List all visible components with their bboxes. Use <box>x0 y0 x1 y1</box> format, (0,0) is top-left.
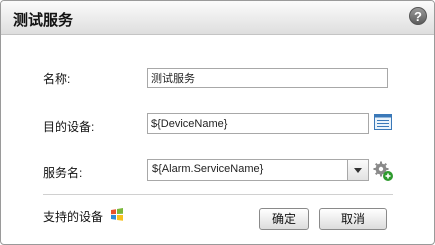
test-service-dialog: 测试服务 ? 名称: 目的设备: 服务名: ${Alarm.ServiceNam… <box>0 0 435 245</box>
gear-add-icon[interactable] <box>372 160 394 182</box>
supported-devices-label: 支持的设备 <box>43 210 104 224</box>
chevron-down-icon <box>354 168 362 173</box>
dropdown-arrow-button[interactable] <box>347 160 368 180</box>
dialog-title: 测试服务 <box>13 12 74 29</box>
footer-divider <box>43 194 393 195</box>
service-name-select[interactable]: ${Alarm.ServiceName} <box>147 159 369 181</box>
name-label: 名称: <box>43 72 71 86</box>
target-device-label: 目的设备: <box>43 120 95 134</box>
device-list-icon[interactable] <box>374 114 392 130</box>
target-device-input[interactable] <box>147 113 369 134</box>
name-input[interactable] <box>147 68 388 88</box>
title-bar: 测试服务 ? <box>1 1 434 35</box>
service-name-label: 服务名: <box>43 166 83 180</box>
cancel-button[interactable]: 取消 <box>319 208 387 230</box>
ok-button[interactable]: 确定 <box>259 208 309 230</box>
help-icon[interactable]: ? <box>409 7 427 25</box>
service-name-value: ${Alarm.ServiceName} <box>152 163 264 175</box>
windows-logo-icon <box>111 208 123 221</box>
